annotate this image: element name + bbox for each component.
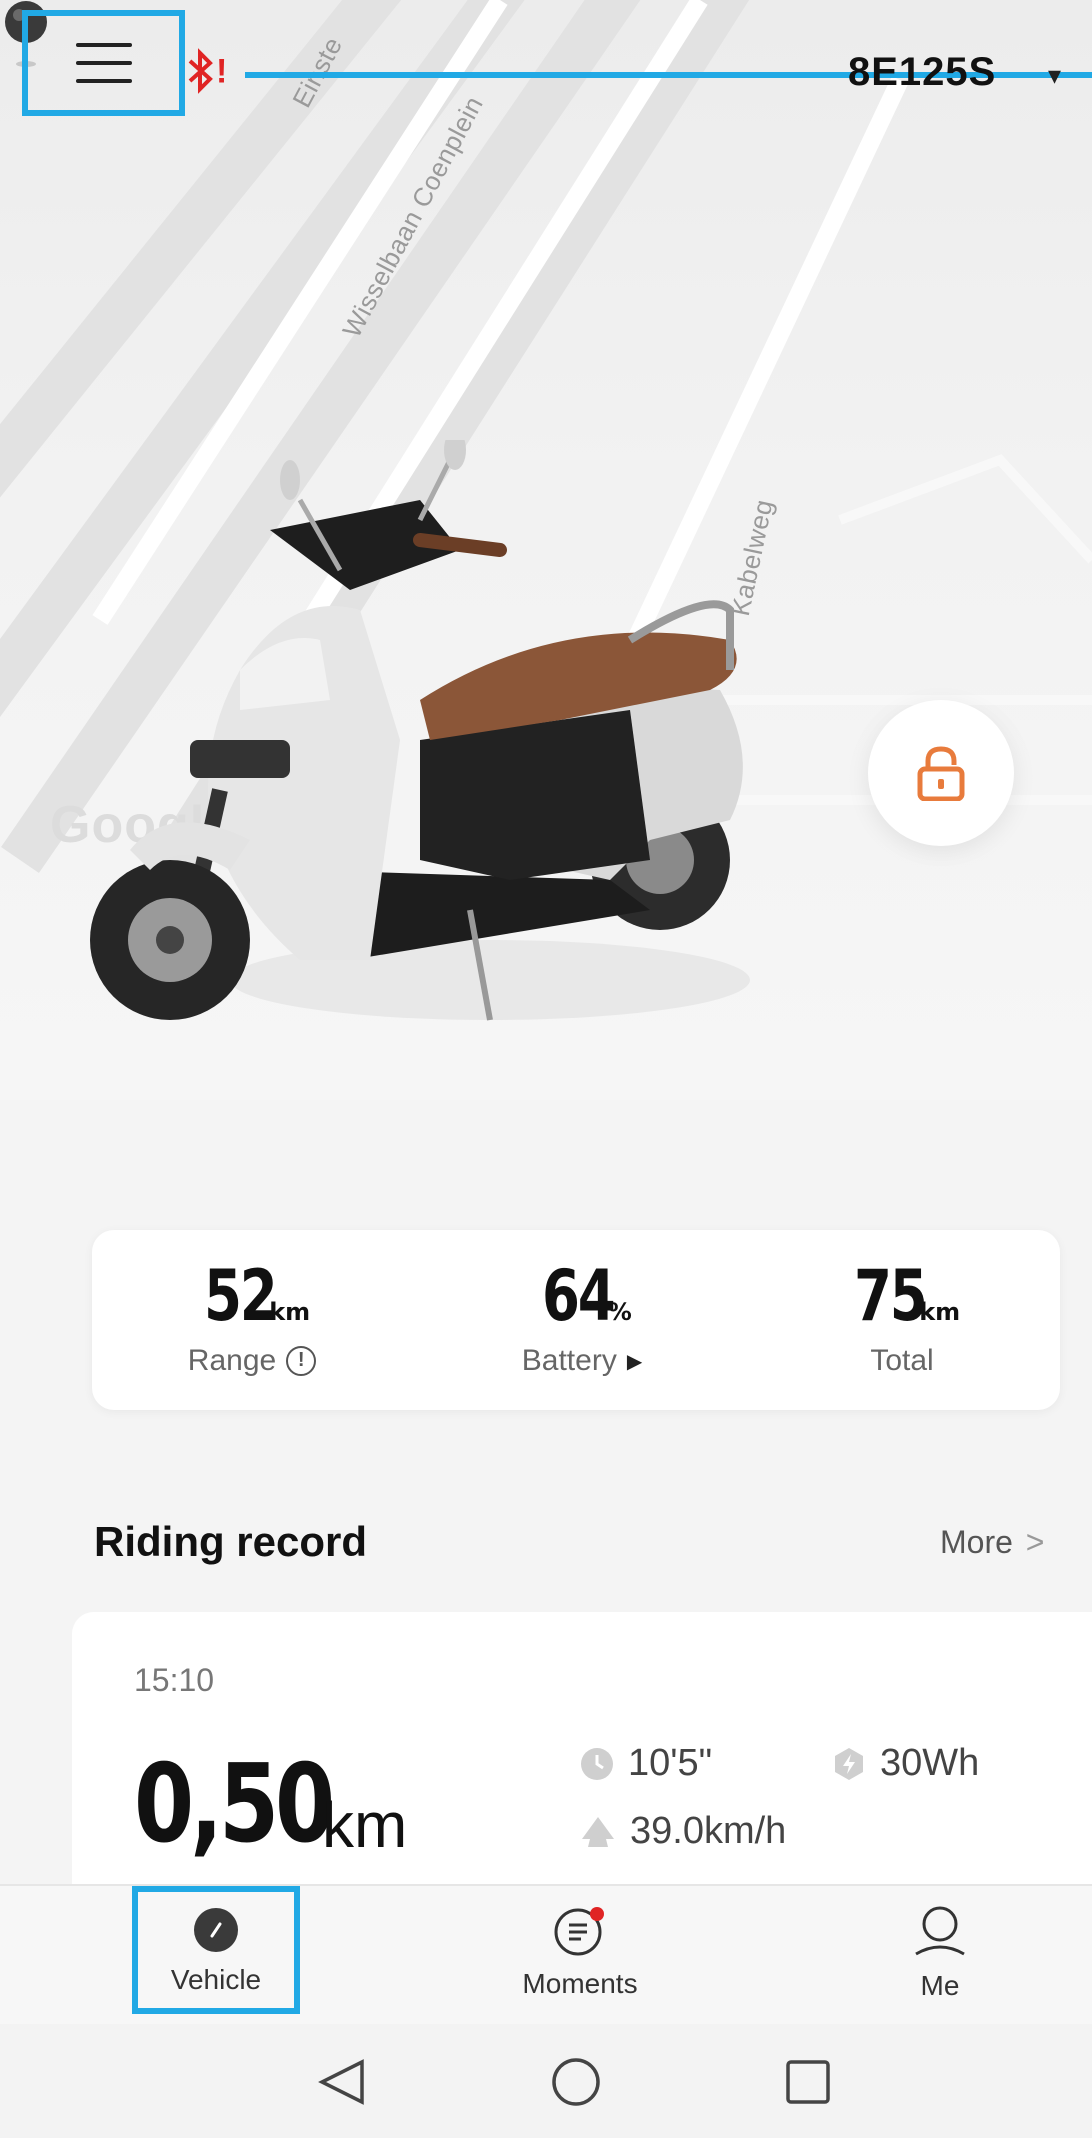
stat-range[interactable]: 52km Range ! bbox=[92, 1256, 412, 1378]
tab-label: Vehicle bbox=[170, 1964, 262, 1995]
menu-button[interactable] bbox=[22, 10, 185, 116]
bluetooth-warning-icon[interactable]: ! bbox=[186, 42, 240, 96]
info-icon[interactable]: ! bbox=[286, 1346, 317, 1376]
record-distance-unit: km bbox=[322, 1789, 408, 1861]
more-link[interactable]: More > bbox=[940, 1524, 1044, 1561]
scooter-tab-icon bbox=[194, 1908, 238, 1952]
stat-value: 75 bbox=[853, 1255, 928, 1337]
record-distance: 0,50 bbox=[134, 1742, 335, 1867]
speed-value: 39.0km/h bbox=[630, 1810, 787, 1852]
duration-value: 10'5" bbox=[628, 1742, 713, 1784]
unlocked-padlock-icon bbox=[917, 746, 965, 801]
chevron-right-icon: > bbox=[1025, 1524, 1045, 1560]
stat-label: Range bbox=[187, 1344, 277, 1377]
scooter-image bbox=[90, 440, 750, 1021]
back-icon[interactable] bbox=[318, 2059, 364, 2105]
tab-moments[interactable]: Moments bbox=[490, 1886, 670, 2026]
stat-total: 75km Total bbox=[752, 1256, 1052, 1378]
section-title: Riding record bbox=[94, 1518, 368, 1565]
stat-value: 52 bbox=[203, 1255, 278, 1337]
tab-label: Moments bbox=[522, 1968, 638, 1999]
person-icon bbox=[915, 1906, 965, 1956]
vehicle-id[interactable]: 8E125S bbox=[848, 50, 996, 95]
stat-label: Battery bbox=[521, 1344, 617, 1377]
notification-badge bbox=[590, 1907, 604, 1921]
record-time: 15:10 bbox=[134, 1662, 215, 1698]
riding-record-card[interactable]: 15:10 0,50 km 10'5" 30Wh 39.0km/h bbox=[72, 1612, 1092, 1892]
energy-icon bbox=[835, 1747, 863, 1780]
record-duration: 10'5" bbox=[580, 1742, 712, 1785]
bluetooth-warning-mark: ! bbox=[216, 52, 228, 91]
tab-me[interactable]: Me bbox=[850, 1886, 1030, 2026]
bottom-tab-bar: Vehicle Moments Me bbox=[0, 1884, 1092, 2024]
chat-bubble-icon bbox=[554, 1907, 604, 1956]
bluetooth-icon bbox=[188, 48, 213, 95]
play-triangle-icon: ▶ bbox=[626, 1350, 643, 1373]
tab-label: Me bbox=[920, 1970, 960, 2001]
caret-down-icon[interactable]: ▾ bbox=[1048, 60, 1061, 91]
energy-value: 30Wh bbox=[880, 1742, 980, 1784]
speed-icon bbox=[582, 1816, 614, 1847]
hamburger-icon bbox=[75, 43, 132, 83]
app-screen: Einste Wisselbaan Coenplein Kabelweg Goo… bbox=[0, 0, 1092, 2138]
stat-battery[interactable]: 64% Battery ▶ bbox=[422, 1256, 742, 1378]
record-speed: 39.0km/h bbox=[580, 1810, 786, 1853]
stats-card: 52km Range ! 64% Battery ▶ 75km Total bbox=[92, 1230, 1060, 1410]
lock-button[interactable] bbox=[868, 700, 1014, 846]
tab-vehicle[interactable]: Vehicle bbox=[132, 1886, 300, 2014]
stat-label: Total bbox=[870, 1344, 934, 1377]
clock-icon bbox=[581, 1747, 613, 1780]
stat-value: 64 bbox=[542, 1255, 616, 1337]
recents-icon[interactable] bbox=[786, 2060, 830, 2104]
system-nav-bar bbox=[0, 2024, 1092, 2138]
home-icon[interactable] bbox=[552, 2058, 600, 2106]
more-label: More bbox=[940, 1524, 1013, 1560]
record-energy: 30Wh bbox=[832, 1742, 979, 1785]
